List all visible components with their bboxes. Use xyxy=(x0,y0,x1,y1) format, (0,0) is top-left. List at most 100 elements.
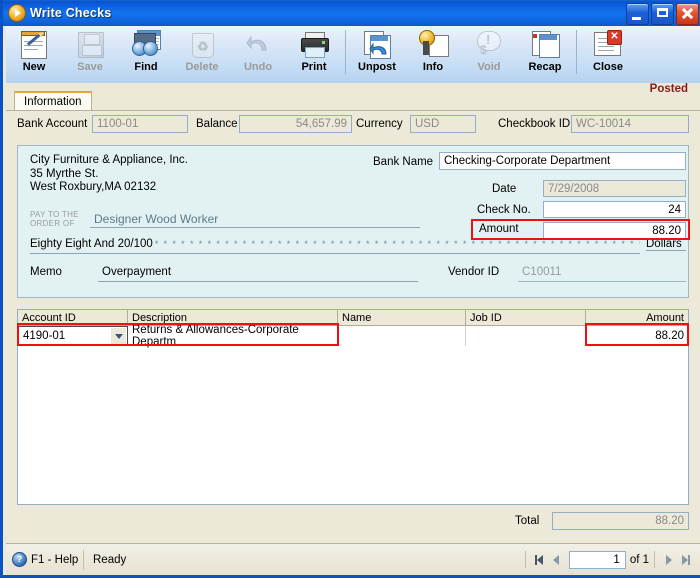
payee-value: Designer Wood Worker xyxy=(94,212,219,226)
toolbar-button-close[interactable]: ✕ Close xyxy=(580,26,636,81)
page-number-input[interactable]: 1 xyxy=(568,550,626,569)
checkbook-id-value: WC-10014 xyxy=(576,118,631,130)
toolbar-button-unpost[interactable]: Unpost xyxy=(349,26,405,81)
grid-cell-name[interactable] xyxy=(338,326,466,346)
toolbar-button-delete[interactable]: ♻ Delete xyxy=(174,26,230,81)
chevron-down-icon[interactable] xyxy=(111,328,126,344)
info-seal-icon xyxy=(417,29,449,59)
close-window-button[interactable] xyxy=(676,3,699,25)
undo-arrow-icon xyxy=(242,29,274,59)
grid-cell-description[interactable]: Returns & Allowances-Corporate Departm xyxy=(128,324,338,348)
checkbook-id-field[interactable]: WC-10014 xyxy=(571,115,689,133)
window-title: Write Checks xyxy=(30,6,112,20)
table-row[interactable]: 4190-01 Returns & Allowances-Corporate D… xyxy=(18,324,688,348)
toolbar-button-save[interactable]: Save xyxy=(62,26,118,81)
tab-information[interactable]: Information xyxy=(14,91,92,110)
previous-record-button[interactable] xyxy=(548,551,565,568)
minimize-button[interactable] xyxy=(626,3,649,25)
toolbar-button-new[interactable]: New xyxy=(6,26,62,81)
checkbook-id-label: Checkbook ID xyxy=(498,118,571,130)
nav-separator-2 xyxy=(654,551,655,568)
status-bar: ? F1 - Help Ready 1 of 1 xyxy=(6,543,700,575)
tab-information-label: Information xyxy=(24,95,82,108)
check-no-field[interactable]: 24 xyxy=(543,201,686,218)
check-no-value: 24 xyxy=(668,203,681,216)
write-checks-window: Write Checks New Save Find ♻ Delete Undo… xyxy=(0,0,700,578)
maximize-button[interactable] xyxy=(651,3,674,25)
window-buttons xyxy=(626,3,699,25)
new-document-icon xyxy=(18,29,50,59)
toolbar-label-save: Save xyxy=(77,61,103,73)
balance-label: Balance xyxy=(196,118,238,130)
grid-cell-description-value: Returns & Allowances-Corporate Departm xyxy=(132,324,299,348)
grid-header-account-id[interactable]: Account ID xyxy=(18,310,128,326)
grid-header-amount[interactable]: Amount xyxy=(586,310,688,326)
void-icon: ! $ xyxy=(473,29,505,59)
amount-highlight-box xyxy=(471,219,690,240)
next-record-button[interactable] xyxy=(660,551,677,568)
payee-field[interactable]: Designer Wood Worker xyxy=(90,212,420,228)
toolbar-label-recap: Recap xyxy=(528,61,562,73)
total-label: Total xyxy=(515,515,540,527)
pay-to-the-order-of-label: PAY TO THE ORDER OF xyxy=(30,210,79,228)
amount-in-words-line: Eighty Eight And 20/100 * * * * * * * * … xyxy=(30,238,640,254)
toolbar-separator-1 xyxy=(345,30,346,74)
tab-strip: Information Posted xyxy=(6,83,700,111)
toolbar-label-new: New xyxy=(22,61,46,73)
toolbar-button-undo[interactable]: Undo xyxy=(230,26,286,81)
vendor-id-value: C10011 xyxy=(522,266,562,278)
check-panel: City Furniture & Appliance, Inc. 35 Myrt… xyxy=(17,145,690,298)
currency-field[interactable]: USD xyxy=(410,115,476,133)
help-button[interactable]: ? F1 - Help xyxy=(6,549,84,570)
question-mark-icon: ? xyxy=(12,552,27,567)
toolbar-label-print: Print xyxy=(301,61,327,73)
payor-line-1: City Furniture & Appliance, Inc. xyxy=(30,154,188,166)
grid-header-name[interactable]: Name xyxy=(338,310,466,326)
currency-label: Currency xyxy=(356,118,403,130)
vendor-id-field[interactable]: C10011 xyxy=(518,266,686,282)
date-value: 7/29/2008 xyxy=(548,182,600,195)
printer-icon xyxy=(298,29,330,59)
bank-account-label: Bank Account xyxy=(17,118,88,130)
toolbar-label-delete: Delete xyxy=(185,61,219,73)
toolbar-button-info[interactable]: Info xyxy=(405,26,461,81)
grid-cell-amount-value: 88.20 xyxy=(655,330,684,342)
record-navigator: 1 of 1 xyxy=(520,549,694,570)
date-field[interactable]: 7/29/2008 xyxy=(543,180,686,197)
grid-header-job-id[interactable]: Job ID xyxy=(466,310,586,326)
toolbar-label-undo: Undo xyxy=(243,61,273,73)
bank-name-field[interactable]: Checking-Corporate Department xyxy=(439,152,686,170)
last-record-button[interactable] xyxy=(677,551,694,568)
toolbar-button-find[interactable]: Find xyxy=(118,26,174,81)
currency-value: USD xyxy=(415,118,440,130)
recycle-bin-icon: ♻ xyxy=(186,29,218,59)
help-label: F1 - Help xyxy=(31,553,79,566)
pay-to-label-line-1: PAY TO THE xyxy=(30,210,79,219)
close-document-icon: ✕ xyxy=(592,29,624,59)
toolbar-label-close: Close xyxy=(593,61,623,73)
play-circle-icon xyxy=(9,5,25,21)
grid-cell-job-id[interactable] xyxy=(466,326,586,346)
bank-name-value: Checking-Corporate Department xyxy=(444,155,611,167)
bank-account-value: 1100-01 xyxy=(97,118,139,130)
grid-cell-amount[interactable]: 88.20 xyxy=(586,326,688,346)
first-record-button[interactable] xyxy=(531,551,548,568)
toolbar-label-unpost: Unpost xyxy=(358,61,396,73)
bank-name-label: Bank Name xyxy=(373,156,434,168)
grid-cell-account-id[interactable]: 4190-01 xyxy=(18,326,128,346)
bank-account-field[interactable]: 1100-01 xyxy=(92,115,188,133)
toolbar-button-void[interactable]: ! $ Void xyxy=(461,26,517,81)
binoculars-icon xyxy=(130,29,162,59)
toolbar-button-print[interactable]: Print xyxy=(286,26,342,81)
status-text: Ready xyxy=(93,553,127,566)
client-area: Information Posted Bank Account 1100-01 … xyxy=(6,83,700,543)
toolbar-button-recap[interactable]: Recap xyxy=(517,26,573,81)
memo-field[interactable]: Overpayment xyxy=(98,266,418,282)
balance-field: 54,657.99 xyxy=(239,115,352,133)
date-label: Date xyxy=(492,183,517,195)
memo-label: Memo xyxy=(30,266,62,278)
total-value: 88.20 xyxy=(655,515,684,527)
payor-address: City Furniture & Appliance, Inc. 35 Myrt… xyxy=(30,154,188,195)
status-badge: Posted xyxy=(649,83,688,95)
toolbar: New Save Find ♻ Delete Undo Print Unpost… xyxy=(6,26,700,84)
